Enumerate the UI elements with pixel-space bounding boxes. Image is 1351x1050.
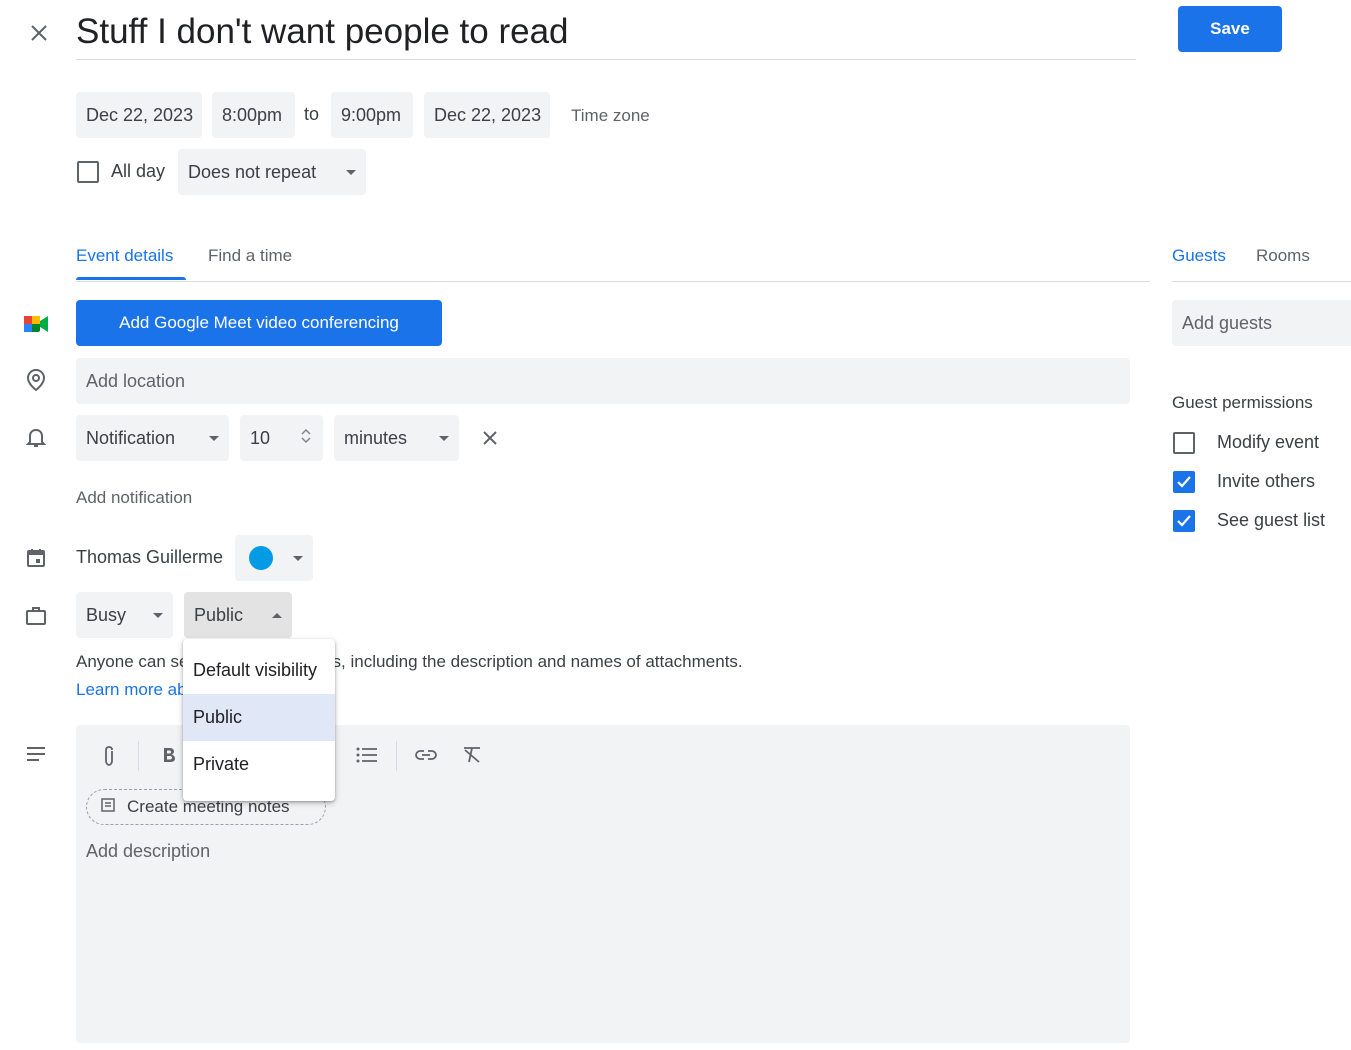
- tab-guests[interactable]: Guests: [1172, 246, 1226, 266]
- add-notification-link[interactable]: Add notification: [76, 488, 192, 508]
- visibility-option-default[interactable]: Default visibility: [183, 647, 335, 694]
- remove-notification-icon[interactable]: [478, 426, 502, 450]
- see-guest-list-label: See guest list: [1217, 510, 1326, 530]
- save-button[interactable]: Save: [1178, 6, 1282, 52]
- calendar-color-dropdown[interactable]: [235, 535, 313, 581]
- checkmark-icon: [1177, 476, 1191, 488]
- close-icon[interactable]: [24, 18, 54, 48]
- tab-rooms[interactable]: Rooms: [1256, 246, 1310, 266]
- toolbar-divider: [396, 741, 397, 771]
- visibility-option-private[interactable]: Private: [183, 741, 335, 788]
- notification-unit-dropdown[interactable]: minutes: [334, 415, 459, 461]
- visibility-value: Public: [194, 604, 244, 625]
- notification-type-value: Notification: [86, 427, 176, 448]
- visibility-dropdown[interactable]: Public: [184, 592, 292, 638]
- location-input[interactable]: Add location: [76, 358, 1130, 404]
- checkmark-icon: [1177, 515, 1191, 527]
- start-time-field[interactable]: 8:00pm: [212, 92, 295, 138]
- right-tabs-divider: [1172, 281, 1351, 282]
- availability-value: Busy: [86, 604, 127, 625]
- tab-event-details[interactable]: Event details: [76, 246, 173, 266]
- link-icon[interactable]: [413, 742, 439, 768]
- modify-event-checkbox[interactable]: [1173, 432, 1195, 454]
- repeat-dropdown[interactable]: Does not repeat: [178, 149, 366, 195]
- visibility-note: Anyone can see this event's details, inc…: [76, 652, 743, 671]
- notification-value-stepper[interactable]: 10: [240, 415, 323, 461]
- add-guests-input[interactable]: Add guests: [1172, 300, 1351, 346]
- repeat-value: Does not repeat: [188, 161, 317, 182]
- start-date-field[interactable]: Dec 22, 2023: [76, 92, 202, 138]
- google-meet-icon: [22, 312, 50, 336]
- invite-others-label: Invite others: [1217, 471, 1316, 491]
- guest-permissions-title: Guest permissions: [1172, 393, 1313, 412]
- tab-find-a-time[interactable]: Find a time: [208, 246, 292, 266]
- briefcase-icon: [22, 602, 50, 630]
- chevron-down-icon: [153, 612, 163, 618]
- calendar-icon: [22, 544, 50, 572]
- add-meet-button[interactable]: Add Google Meet video conferencing: [76, 300, 442, 346]
- notification-unit-value: minutes: [344, 427, 408, 448]
- invite-others-checkbox[interactable]: [1173, 471, 1195, 493]
- bold-icon[interactable]: [156, 742, 182, 768]
- timezone-button[interactable]: Time zone: [571, 106, 650, 126]
- notification-value: 10: [250, 427, 271, 448]
- chevron-down-icon: [439, 435, 449, 441]
- visibility-option-public[interactable]: Public: [183, 694, 335, 741]
- all-day-label: All day: [111, 161, 166, 181]
- end-date-field[interactable]: Dec 22, 2023: [424, 92, 550, 138]
- calendar-color-swatch: [249, 546, 273, 570]
- clear-formatting-icon[interactable]: [459, 742, 485, 768]
- chevron-up-icon: [272, 612, 282, 618]
- calendar-owner: Thomas Guillerme: [76, 547, 224, 567]
- attachment-icon[interactable]: [96, 743, 122, 769]
- location-pin-icon: [22, 366, 50, 394]
- all-day-checkbox[interactable]: [77, 161, 99, 183]
- chevron-down-icon: [209, 435, 219, 441]
- visibility-menu: Default visibility Public Private: [183, 639, 335, 801]
- to-label: to: [304, 104, 320, 124]
- notes-icon: [101, 797, 115, 817]
- description-placeholder: Add description: [86, 841, 211, 861]
- availability-dropdown[interactable]: Busy: [76, 592, 173, 638]
- toolbar-divider: [138, 741, 139, 771]
- bell-icon: [22, 424, 50, 452]
- modify-event-label: Modify event: [1217, 432, 1320, 452]
- stepper-arrows-icon[interactable]: [299, 426, 313, 451]
- event-title-input[interactable]: Stuff I don't want people to read: [76, 8, 1136, 60]
- notification-type-dropdown[interactable]: Notification: [76, 415, 229, 461]
- see-guest-list-checkbox[interactable]: [1173, 510, 1195, 532]
- text-lines-icon: [22, 740, 50, 768]
- chevron-down-icon: [293, 555, 303, 561]
- end-time-field[interactable]: 9:00pm: [331, 92, 413, 138]
- chevron-down-icon: [346, 169, 356, 175]
- tabs-divider: [76, 281, 1150, 282]
- tab-active-indicator: [76, 277, 186, 280]
- bulleted-list-icon[interactable]: [354, 742, 380, 768]
